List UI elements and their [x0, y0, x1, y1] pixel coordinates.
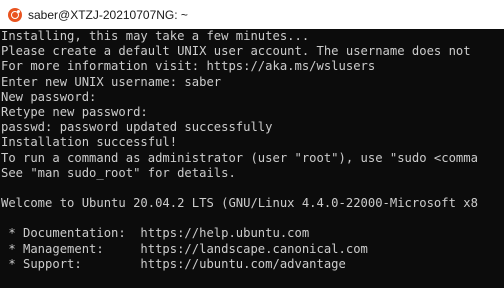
window-title: saber@XTZJ-20210707NG: ~ [28, 7, 188, 22]
terminal-line: passwd: password updated successfully [1, 120, 273, 135]
terminal-line: See "man sudo_root" for details. [1, 165, 236, 180]
terminal-line: * Support: https://ubuntu.com/advantage [1, 256, 346, 271]
terminal-line: * Management: https://landscape.canonica… [1, 241, 368, 256]
terminal-line: Retype new password: [1, 104, 148, 119]
terminal-line: * Documentation: https://help.ubuntu.com [1, 226, 310, 241]
terminal-line: New password: [1, 89, 97, 104]
terminal-line: Installing, this may take a few minutes.… [1, 29, 310, 43]
ubuntu-icon [8, 7, 22, 22]
terminal-line: To run a command as administrator (user … [1, 150, 478, 165]
terminal-window: saber@XTZJ-20210707NG: ~ Installing, thi… [0, 0, 504, 288]
terminal-line: Installation successful! [1, 135, 178, 150]
terminal-output[interactable]: Installing, this may take a few minutes.… [0, 29, 504, 288]
terminal-line: For more information visit: https://aka.… [1, 59, 376, 74]
terminal-line: Welcome to Ubuntu 20.04.2 LTS (GNU/Linux… [1, 196, 478, 211]
terminal-line: Enter new UNIX username: saber [1, 74, 222, 89]
title-bar[interactable]: saber@XTZJ-20210707NG: ~ [0, 0, 504, 29]
terminal-line: Please create a default UNIX user accoun… [1, 44, 471, 59]
